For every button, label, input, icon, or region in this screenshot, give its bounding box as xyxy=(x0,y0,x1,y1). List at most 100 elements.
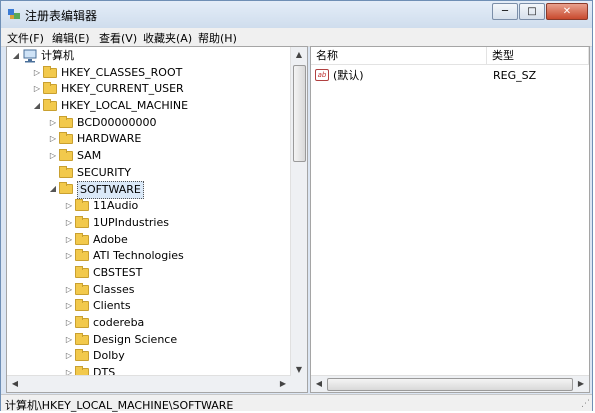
tree-item[interactable]: ▷ ATI Technologies xyxy=(7,248,287,264)
folder-icon xyxy=(59,115,73,128)
tree-item[interactable]: ▷ SAM xyxy=(7,148,287,164)
folder-icon xyxy=(75,349,89,362)
folder-icon xyxy=(43,82,57,95)
tree-item-label: Dolby xyxy=(93,349,125,363)
scroll-left-icon[interactable]: ◀ xyxy=(312,377,326,391)
tree-root-computer[interactable]: ◢ 计算机 xyxy=(7,48,287,64)
string-value-icon: ab xyxy=(315,69,329,81)
collapsed-arrow-icon[interactable]: ▷ xyxy=(49,148,57,164)
tree-item-label: HKEY_LOCAL_MACHINE xyxy=(61,98,189,112)
folder-icon xyxy=(59,182,73,195)
tree-item-label: ATI Technologies xyxy=(93,249,184,263)
maximize-button[interactable]: □ xyxy=(519,3,545,20)
tree-horizontal-scrollbar[interactable]: ◀ ▶ xyxy=(7,375,291,392)
scroll-down-icon[interactable]: ▼ xyxy=(292,363,306,377)
tree-item[interactable]: ▷ Dolby xyxy=(7,348,287,364)
expanded-arrow-icon[interactable]: ◢ xyxy=(33,98,41,114)
tree-item-label: SECURITY xyxy=(77,165,131,179)
column-header-name[interactable]: 名称 xyxy=(311,47,487,65)
regedit-app-icon xyxy=(8,9,20,19)
horizontal-scroll-thumb[interactable] xyxy=(327,378,573,391)
collapsed-arrow-icon[interactable]: ▷ xyxy=(65,298,73,314)
tree-item[interactable]: ▷ Design Science xyxy=(7,332,287,348)
tree-item[interactable]: ▷ Adobe xyxy=(7,232,287,248)
folder-icon xyxy=(75,249,89,262)
folder-icon xyxy=(59,132,73,145)
value-type: REG_SZ xyxy=(493,69,537,82)
tree-item[interactable]: ◢ SOFTWARE xyxy=(7,181,287,200)
collapsed-arrow-icon[interactable]: ▷ xyxy=(65,315,73,331)
collapsed-arrow-icon[interactable]: ▷ xyxy=(65,215,73,231)
tree-item[interactable]: CBSTEST xyxy=(7,265,287,281)
menu-file[interactable]: 文件(F) xyxy=(7,30,44,46)
tree-item-label: HARDWARE xyxy=(77,132,142,146)
tree-item[interactable]: ▷ 11Audio xyxy=(7,198,287,214)
collapsed-arrow-icon[interactable]: ▷ xyxy=(65,282,73,298)
collapsed-arrow-icon[interactable]: ▷ xyxy=(65,248,73,264)
tree-item[interactable]: ▷ BCD00000000 xyxy=(7,115,287,131)
menu-edit[interactable]: 编辑(E) xyxy=(52,30,90,46)
scroll-up-icon[interactable]: ▲ xyxy=(292,48,306,62)
tree-item-label: BCD00000000 xyxy=(77,115,157,129)
resize-grip-icon[interactable]: ⋰ xyxy=(581,399,590,409)
tree-item[interactable]: ▷ HKEY_CURRENT_USER xyxy=(7,81,287,97)
window-title: 注册表编辑器 xyxy=(25,9,98,23)
tree-item[interactable]: ▷ 1UPIndustries xyxy=(7,215,287,231)
collapsed-arrow-icon[interactable]: ▷ xyxy=(65,348,73,364)
selected-key-label: SOFTWARE xyxy=(77,181,144,200)
menu-help[interactable]: 帮助(H) xyxy=(198,30,237,46)
vertical-scroll-thumb[interactable] xyxy=(293,65,306,162)
tree-item-label: codereba xyxy=(93,316,145,329)
scroll-left-icon[interactable]: ◀ xyxy=(8,377,22,391)
column-header-type[interactable]: 类型 xyxy=(487,47,589,65)
values-horizontal-scrollbar[interactable]: ◀ ▶ xyxy=(311,375,589,392)
tree-item-label: CBSTEST xyxy=(93,265,143,279)
tree-item-label: Classes xyxy=(93,282,135,296)
collapsed-arrow-icon[interactable]: ▷ xyxy=(65,232,73,248)
collapsed-arrow-icon[interactable]: ▷ xyxy=(49,131,57,147)
scroll-right-icon[interactable]: ▶ xyxy=(574,377,588,391)
folder-icon xyxy=(75,232,89,245)
value-row[interactable]: ab (默认) REG_SZ xyxy=(311,68,589,84)
computer-icon xyxy=(23,49,37,63)
tree-item[interactable]: ▷ HARDWARE xyxy=(7,131,287,147)
title-bar[interactable]: 注册表编辑器 ─ □ ✕ xyxy=(1,1,592,28)
minimize-button[interactable]: ─ xyxy=(492,3,518,20)
tree-item[interactable]: ▷ Clients xyxy=(7,298,287,314)
menu-view[interactable]: 查看(V) xyxy=(99,30,137,46)
folder-icon xyxy=(43,98,57,111)
tree-item-label: HKEY_CURRENT_USER xyxy=(61,82,184,96)
tree-item[interactable]: ▷ HKEY_CLASSES_ROOT xyxy=(7,65,287,81)
collapsed-arrow-icon[interactable]: ▷ xyxy=(65,332,73,348)
folder-icon xyxy=(75,316,89,328)
folder-icon xyxy=(75,282,89,295)
tree-item-label: 11Audio xyxy=(93,199,139,213)
folder-icon xyxy=(75,332,89,345)
collapsed-arrow-icon[interactable]: ▷ xyxy=(33,65,41,81)
folder-icon xyxy=(75,265,89,278)
tree-item[interactable]: ◢ HKEY_LOCAL_MACHINE xyxy=(7,98,287,114)
folder-icon xyxy=(75,199,89,212)
folder-icon xyxy=(43,65,57,78)
expanded-arrow-icon[interactable]: ◢ xyxy=(49,181,57,197)
value-name: (默认) xyxy=(333,69,364,82)
close-button[interactable]: ✕ xyxy=(546,3,588,20)
collapsed-arrow-icon[interactable]: ▷ xyxy=(65,198,73,214)
collapsed-arrow-icon[interactable]: ▷ xyxy=(33,81,41,97)
tree-item-label: Design Science xyxy=(93,332,178,346)
window-controls: ─ □ ✕ xyxy=(491,3,588,20)
status-path: 计算机\HKEY_LOCAL_MACHINE\SOFTWARE xyxy=(5,399,234,412)
tree-item[interactable]: ▷ Classes xyxy=(7,282,287,298)
tree-item[interactable]: ▷ codereba xyxy=(7,315,287,331)
folder-icon xyxy=(59,165,73,178)
collapsed-arrow-icon[interactable]: ▷ xyxy=(49,115,57,131)
key-tree-pane[interactable]: ◢ 计算机 ▷ HKEY_CLASSES_ROOT ▷ HKEY_CURRENT_US… xyxy=(6,46,308,393)
menu-bar: 文件(F) 编辑(E) 查看(V) 收藏夹(A) 帮助(H) xyxy=(1,28,592,47)
scroll-right-icon[interactable]: ▶ xyxy=(276,377,290,391)
values-pane[interactable]: 名称 类型 ab (默认) REG_SZ ◀ ▶ xyxy=(310,46,590,393)
menu-favorites[interactable]: 收藏夹(A) xyxy=(143,30,192,46)
tree-vertical-scrollbar[interactable]: ▲ ▼ xyxy=(290,47,307,378)
expanded-arrow-icon[interactable]: ◢ xyxy=(12,48,20,64)
tree-item-label: Clients xyxy=(93,299,131,313)
tree-item[interactable]: SECURITY xyxy=(7,165,287,181)
